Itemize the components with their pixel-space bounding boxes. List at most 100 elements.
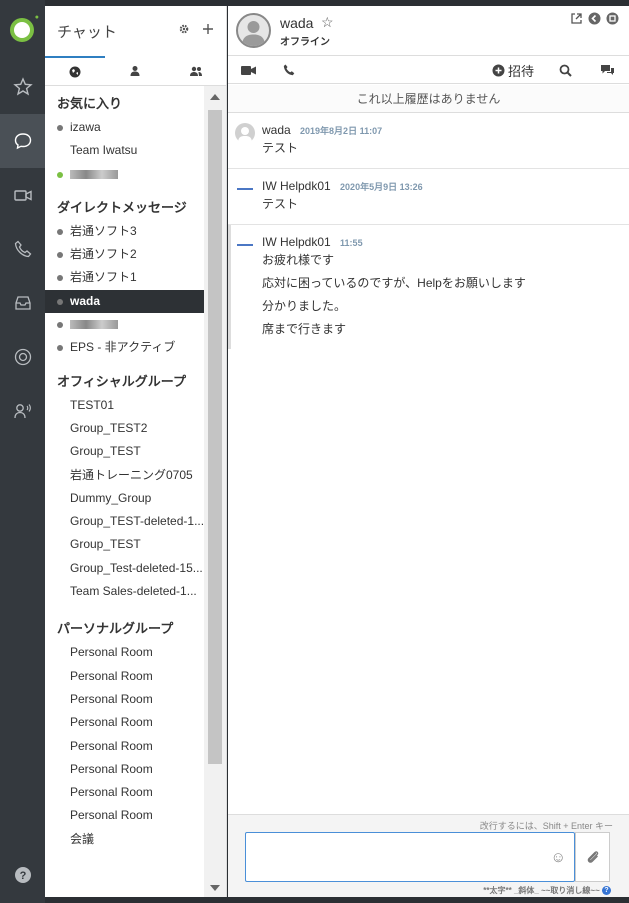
section-personal-title: パーソナルグループ <box>57 621 174 637</box>
help-nav-button[interactable]: ? <box>0 848 45 902</box>
message-sender: IW Helpdk01 <box>262 179 331 193</box>
nav-rail: ● ? <box>0 0 45 903</box>
list-item[interactable]: 岩通ソフト2 <box>45 243 205 266</box>
phone-call-icon[interactable] <box>283 64 295 76</box>
message: IW Helpdk01 2020年5月9日 13:26 テスト <box>228 169 629 225</box>
list-item[interactable]: 岩通トレーニング0705 <box>45 464 205 487</box>
paperclip-icon <box>587 851 598 863</box>
list-item[interactable]: 会議 <box>45 828 205 851</box>
item-label: Personal Room <box>70 808 153 823</box>
chat-nav-button[interactable] <box>0 114 45 168</box>
list-item[interactable]: Group_Test-deleted-15... <box>45 557 205 580</box>
globe-icon <box>69 66 81 77</box>
chat-panel: wada ☆ オフライン 招待 これ以上履歴はありません wada 2019年8… <box>228 6 629 897</box>
search-icon[interactable] <box>559 64 572 77</box>
item-label: Group_TEST-deleted-1... <box>70 514 205 529</box>
list-item[interactable]: Personal Room <box>45 711 205 734</box>
contact-name: wada <box>280 15 314 31</box>
favorite-star-icon[interactable]: ☆ <box>321 14 334 31</box>
list-item[interactable]: Dummy_Group <box>45 487 205 510</box>
video-nav-button[interactable] <box>0 168 45 222</box>
conversation-list: お気に入り izawa Team Iwatsu ダイレクトメッセージ 岩通ソフト… <box>45 86 205 897</box>
restore-circle-icon[interactable] <box>606 12 619 25</box>
item-label: 会議 <box>70 831 95 846</box>
voice-nav-button[interactable] <box>0 384 45 438</box>
support-nav-button[interactable] <box>0 330 45 384</box>
list-item[interactable]: Personal Room <box>45 665 205 688</box>
favorites-nav-button[interactable] <box>0 60 45 114</box>
section-favorites-title: お気に入り <box>57 96 123 111</box>
item-label: EPS - 非アクティブ <box>70 340 176 355</box>
help-icon: ? <box>14 867 31 883</box>
list-item[interactable]: 岩通ソフト3 <box>45 220 205 243</box>
message-time: 11:55 <box>340 238 363 248</box>
list-item[interactable] <box>45 313 205 336</box>
item-label: Group_TEST <box>70 537 141 552</box>
video-camera-icon <box>13 190 32 201</box>
list-item[interactable]: Team Iwatsu <box>45 139 205 162</box>
no-more-history: これ以上履歴はありません <box>228 85 629 113</box>
chat-header: wada ☆ オフライン <box>228 6 629 56</box>
message-time: 2019年8月2日 11:07 <box>300 126 383 136</box>
person-icon <box>130 65 140 76</box>
back-circle-icon[interactable] <box>588 12 601 25</box>
invite-button[interactable]: 招待 <box>492 61 534 80</box>
item-label: Personal Room <box>70 715 153 730</box>
inbox-nav-button[interactable] <box>0 276 45 330</box>
person-speaking-icon <box>13 404 31 419</box>
sender-logo <box>235 235 255 255</box>
phone-nav-button[interactable] <box>0 222 45 276</box>
item-label: Dummy_Group <box>70 490 152 505</box>
list-item[interactable]: TEST01 <box>45 394 205 417</box>
message-text: 応対に困っているのですが、Helpをお願いします <box>262 276 526 290</box>
tab-groups[interactable] <box>166 56 226 85</box>
help-question-icon[interactable]: ? <box>602 886 611 896</box>
list-item[interactable]: Group_TEST <box>45 533 205 556</box>
inbox-icon <box>14 296 31 310</box>
item-label: Personal Room <box>70 785 153 800</box>
list-item[interactable]: Personal Room <box>45 735 205 758</box>
item-label: Personal Room <box>70 668 153 683</box>
list-item[interactable]: izawa <box>45 116 205 139</box>
list-item[interactable]: EPS - 非アクティブ <box>45 336 205 359</box>
list-item[interactable]: Group_TEST-deleted-1... <box>45 510 205 533</box>
list-item[interactable]: Personal Room <box>45 688 205 711</box>
list-item[interactable] <box>45 163 205 186</box>
app-logo: ● <box>10 14 39 42</box>
scroll-down-arrow[interactable] <box>210 885 220 891</box>
list-item-selected[interactable]: wada <box>45 289 205 314</box>
panel-tabs <box>45 56 226 86</box>
scroll-thumb[interactable] <box>208 110 222 764</box>
list-item[interactable]: Personal Room <box>45 758 205 781</box>
list-item[interactable]: Personal Room <box>45 781 205 804</box>
attach-button[interactable] <box>575 832 610 882</box>
list-scrollbar[interactable] <box>204 86 226 897</box>
composer: 改行するには、Shift + Enter キー ☺ **太字** _斜体_ ~~… <box>228 814 629 897</box>
item-label: Group_Test-deleted-15... <box>70 560 203 575</box>
list-item[interactable]: Personal Room <box>45 804 205 827</box>
list-item[interactable]: Personal Room <box>45 641 205 664</box>
popout-icon[interactable] <box>570 12 583 25</box>
emoji-icon[interactable]: ☺ <box>551 849 566 866</box>
tab-all[interactable] <box>45 56 106 85</box>
item-label: 岩通ソフト1 <box>70 270 137 285</box>
plus-icon[interactable] <box>202 23 214 35</box>
sender-logo <box>235 179 255 199</box>
user-silhouette-icon <box>242 21 265 46</box>
redacted-name <box>70 320 118 330</box>
chat-options-icon[interactable] <box>600 64 615 76</box>
scroll-up-arrow[interactable] <box>210 94 220 100</box>
list-item[interactable]: Group_TEST2 <box>45 417 205 440</box>
item-label: Personal Room <box>70 761 153 776</box>
tab-direct[interactable] <box>105 56 165 85</box>
message: IW Helpdk01 11:55 お疲れ様です 応対に困っているのですが、He… <box>228 225 629 349</box>
list-item[interactable]: 岩通ソフト1 <box>45 266 205 289</box>
message-input[interactable]: ☺ <box>245 832 575 882</box>
newline-hint: 改行するには、Shift + Enter キー <box>479 821 613 831</box>
item-label: Team Sales-deleted-1... <box>70 584 197 599</box>
list-item[interactable]: Group_TEST <box>45 440 205 463</box>
video-call-icon[interactable] <box>241 65 257 76</box>
gear-icon[interactable] <box>178 23 190 35</box>
list-item[interactable]: Team Sales-deleted-1... <box>45 580 205 603</box>
avatar[interactable] <box>236 13 271 48</box>
